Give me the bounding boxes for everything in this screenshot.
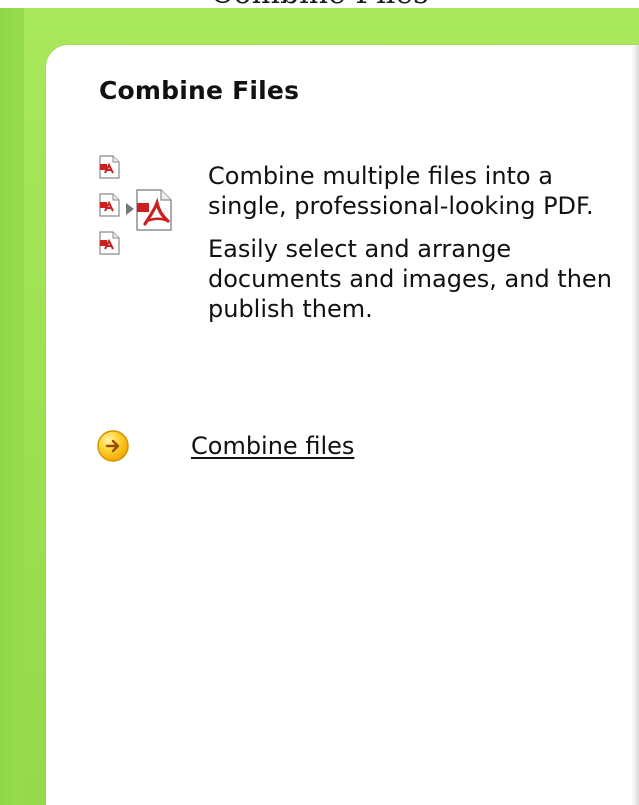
panel-title: Combine Files bbox=[99, 76, 300, 105]
left-green-shadow bbox=[0, 8, 24, 805]
description-line-2: Easily select and arrange documents and … bbox=[208, 235, 612, 323]
combine-files-icon bbox=[99, 155, 172, 255]
combine-files-action[interactable]: Combine files bbox=[96, 429, 354, 463]
large-pdf-icon bbox=[136, 189, 172, 231]
combine-files-panel: Combine Files Combine multiple files int… bbox=[46, 45, 639, 805]
arrow-right-circle-icon[interactable] bbox=[96, 429, 130, 463]
small-pdf-icon-top bbox=[99, 155, 120, 179]
panel-description: Combine multiple files into a single, pr… bbox=[208, 161, 618, 324]
merge-arrow-icon bbox=[126, 203, 134, 215]
panel-right-edge bbox=[631, 45, 639, 805]
combine-files-link[interactable]: Combine files bbox=[191, 432, 354, 460]
description-line-1: Combine multiple files into a single, pr… bbox=[208, 162, 594, 220]
small-pdf-icon-middle bbox=[99, 193, 120, 217]
small-pdf-icon-bottom bbox=[99, 231, 120, 255]
